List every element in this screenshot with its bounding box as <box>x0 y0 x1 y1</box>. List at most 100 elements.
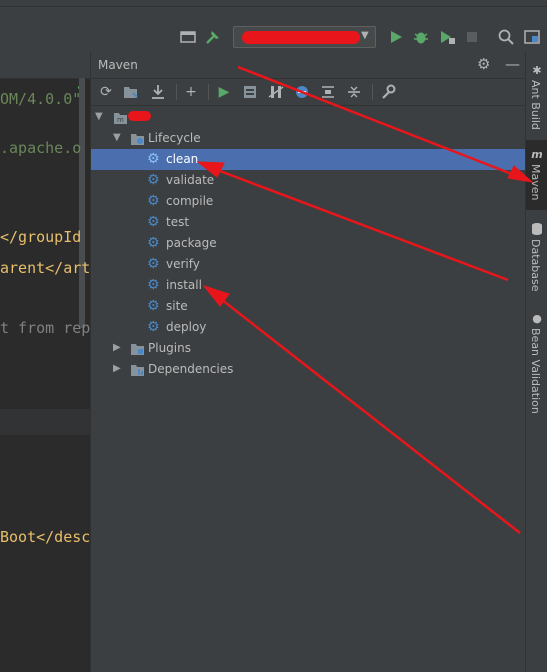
run-goal-icon[interactable]: ▶ <box>215 83 233 101</box>
skip-tests-icon[interactable] <box>293 83 311 101</box>
goal-compile[interactable]: ⚙ compile <box>91 191 526 212</box>
goal-label: validate <box>166 173 215 187</box>
ant-icon: ✱ <box>532 64 542 77</box>
gear-icon: ⚙ <box>147 256 160 272</box>
goal-label: compile <box>166 194 214 208</box>
goal-site[interactable]: ⚙ site <box>91 296 526 317</box>
maven-toolbar: ⟳ + ▶ <box>91 79 526 106</box>
expand-arrow-icon[interactable]: ▼ <box>95 111 103 122</box>
debug-icon[interactable] <box>412 28 430 46</box>
show-dependencies-icon[interactable] <box>319 83 337 101</box>
goal-label: install <box>166 278 202 292</box>
expand-arrow-icon[interactable]: ▼ <box>113 132 121 143</box>
panel-title: Maven <box>98 58 138 72</box>
wrench-icon[interactable] <box>379 83 397 101</box>
toolbar-divider <box>0 6 547 7</box>
search-icon[interactable] <box>497 28 515 46</box>
gear-icon: ⚙ <box>147 235 160 251</box>
tab-label: Database <box>529 239 542 292</box>
goal-install[interactable]: ⚙ install <box>91 275 526 296</box>
build-hammer-icon[interactable] <box>204 28 222 46</box>
lifecycle-label: Lifecycle <box>148 131 201 145</box>
code-editor[interactable]: ✓ OM/4.0.0" .apache.o </groupId arent</a… <box>0 52 90 672</box>
dependencies-folder-icon <box>131 365 144 376</box>
toggle-offline-icon[interactable] <box>267 83 285 101</box>
goal-package[interactable]: ⚙ package <box>91 233 526 254</box>
gear-icon: ⚙ <box>147 277 160 293</box>
tab-ant-build[interactable]: ✱ Ant Build <box>526 62 547 132</box>
gear-icon[interactable]: ⚙ <box>477 55 490 73</box>
run-config-icon[interactable] <box>241 83 259 101</box>
tab-label: Bean Validation <box>529 328 542 414</box>
goal-label: clean <box>166 152 199 166</box>
tab-database[interactable]: Database <box>526 220 547 295</box>
goal-label: test <box>166 215 190 229</box>
plugins-folder-icon <box>131 344 144 355</box>
maven-tool-window: Maven ⚙ — ⟳ + ▶ ▼ m ▼ Lifecycle ⚙ clean … <box>90 52 526 672</box>
tab-label: Ant Build <box>529 80 542 130</box>
project-structure-icon[interactable] <box>523 28 541 46</box>
goal-deploy[interactable]: ⚙ deploy <box>91 317 526 338</box>
gear-icon: ⚙ <box>147 298 160 314</box>
goal-label: deploy <box>166 320 207 334</box>
toolbar-separator <box>176 84 177 100</box>
tab-maven[interactable]: m Maven <box>526 140 547 210</box>
code-line: OM/4.0.0" <box>0 90 82 108</box>
maven-icon: m <box>531 148 543 161</box>
goal-verify[interactable]: ⚙ verify <box>91 254 526 275</box>
goal-label: package <box>166 236 217 250</box>
code-line: Boot</desc <box>0 528 90 546</box>
run-icon[interactable] <box>387 28 405 46</box>
run-configuration-select[interactable]: ▼ <box>233 26 376 48</box>
svg-text:m: m <box>117 116 124 124</box>
bean-icon: ● <box>532 312 542 325</box>
gear-icon: ⚙ <box>147 193 160 209</box>
collapse-all-icon[interactable] <box>345 83 363 101</box>
tree-plugins-node[interactable]: ▶ Plugins <box>91 338 526 359</box>
plugins-label: Plugins <box>148 341 191 355</box>
tree-project-node[interactable]: ▼ m <box>91 107 526 128</box>
code-line: arent</art <box>0 259 90 277</box>
code-line: .apache.o <box>0 139 82 157</box>
stop-icon[interactable] <box>463 28 481 46</box>
coverage-icon[interactable] <box>438 28 456 46</box>
download-icon[interactable] <box>149 83 167 101</box>
minimize-icon[interactable]: — <box>505 55 520 73</box>
right-tool-strip: ✱ Ant Build m Maven Database ● Bean Vali… <box>525 52 547 672</box>
toolbar-separator <box>372 84 373 100</box>
expand-arrow-icon[interactable]: ▶ <box>113 342 121 353</box>
tree-dependencies-node[interactable]: ▶ Dependencies <box>91 359 526 380</box>
expand-arrow-icon[interactable]: ▶ <box>113 363 121 374</box>
tree-lifecycle-node[interactable]: ▼ Lifecycle <box>91 128 526 149</box>
goal-label: site <box>166 299 188 313</box>
goal-validate[interactable]: ⚙ validate <box>91 170 526 191</box>
gear-icon: ⚙ <box>147 151 160 167</box>
tab-bean-validation[interactable]: ● Bean Validation <box>526 310 547 420</box>
dependencies-label: Dependencies <box>148 362 234 376</box>
database-icon <box>532 223 542 235</box>
goal-label: verify <box>166 257 200 271</box>
code-line: </groupId <box>0 228 82 246</box>
redaction-mark <box>242 31 360 44</box>
editor-breadcrumb-bar <box>0 409 90 435</box>
editor-tab-strip <box>0 52 90 79</box>
maven-header: Maven ⚙ — <box>91 52 526 79</box>
editor-scrollbar[interactable] <box>79 78 85 328</box>
lifecycle-folder-icon <box>131 134 144 145</box>
add-maven-project-icon[interactable] <box>122 83 140 101</box>
maven-project-icon: m <box>114 113 127 124</box>
gear-icon: ⚙ <box>147 319 160 335</box>
chevron-down-icon: ▼ <box>361 30 369 41</box>
plus-icon[interactable]: + <box>182 83 200 101</box>
window-icon[interactable] <box>179 28 197 46</box>
tab-label: Maven <box>529 164 542 201</box>
goal-clean[interactable]: ⚙ clean <box>91 149 526 170</box>
main-toolbar: ▼ <box>0 0 547 52</box>
code-line: t from rep <box>0 319 90 337</box>
toolbar-separator <box>208 84 209 100</box>
goal-test[interactable]: ⚙ test <box>91 212 526 233</box>
gear-icon: ⚙ <box>147 172 160 188</box>
gear-icon: ⚙ <box>147 214 160 230</box>
reload-icon[interactable]: ⟳ <box>97 83 115 101</box>
redaction-mark <box>128 111 151 121</box>
